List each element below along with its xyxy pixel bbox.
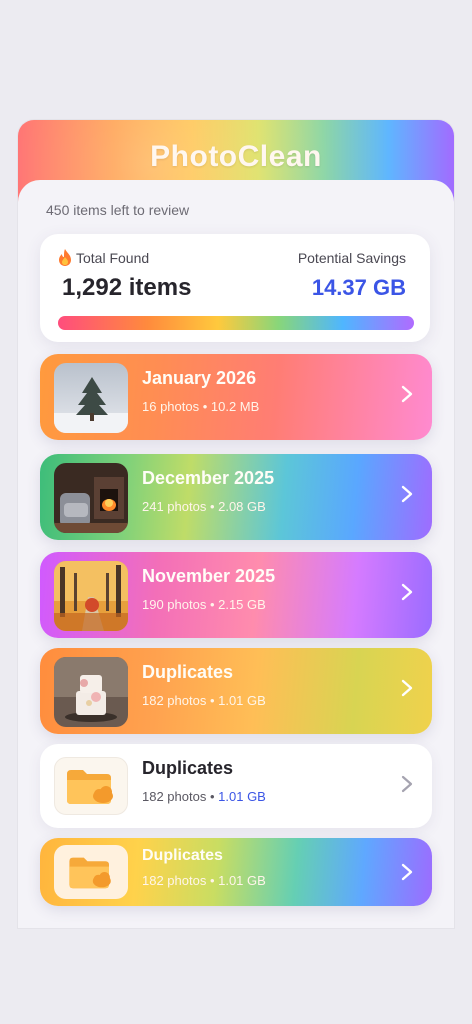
fireplace-chair-thumbnail	[54, 463, 128, 533]
group-title: Duplicates	[142, 847, 223, 864]
chevron-right-icon	[401, 385, 413, 403]
group-card-duplicates-3[interactable]: Duplicates 182 photos • 1.01 GB	[40, 838, 432, 906]
total-found-text: Total Found	[76, 249, 150, 266]
group-card-duplicates-1[interactable]: Duplicates 182 photos • 1.01 GB	[40, 648, 432, 734]
group-meta: 182 photos • 1.01 GB	[142, 693, 266, 708]
separator-dot: •	[209, 789, 215, 804]
size-value: 1.01 GB	[218, 789, 266, 804]
review-remaining-text: 450 items left to review	[46, 202, 190, 218]
group-title: November 2025	[142, 566, 276, 586]
chevron-right-icon	[401, 679, 413, 697]
group-title: December 2025	[142, 468, 275, 488]
total-found-value: 1,292 items	[62, 274, 192, 301]
group-card-duplicates-2[interactable]: Duplicates 182 photos • 1.01 GB	[40, 744, 432, 828]
cake-thumbnail	[54, 657, 128, 727]
photo-count: 182 photos	[142, 789, 207, 804]
group-meta: 182 photos • 1.01 GB	[142, 873, 266, 888]
group-meta: 190 photos • 2.15 GB	[142, 597, 266, 612]
group-card-january-2026[interactable]: January 2026 16 photos • 10.2 MB	[40, 354, 432, 440]
group-card-november-2025[interactable]: November 2025 190 photos • 2.15 GB	[40, 552, 432, 638]
snowy-tree-thumbnail	[54, 363, 128, 433]
autumn-path-thumbnail	[54, 561, 128, 631]
group-title: January 2026	[142, 368, 257, 388]
total-found-label: Total Found	[58, 249, 149, 266]
potential-savings-label: Potential Savings	[297, 250, 406, 266]
potential-savings-value: 14.37 GB	[311, 275, 406, 300]
group-title: Duplicates	[142, 758, 234, 778]
group-card-december-2025[interactable]: December 2025 241 photos • 2.08 GB	[40, 454, 432, 540]
flame-icon	[59, 249, 71, 266]
group-title: Duplicates	[142, 662, 234, 682]
group-meta: 241 photos • 2.08 GB	[142, 499, 266, 514]
chevron-right-icon	[401, 583, 413, 601]
app-title: PhotoClean	[150, 140, 322, 173]
chevron-right-icon	[401, 775, 413, 793]
group-meta: 182 photos • 1.01 GB	[142, 789, 266, 804]
folder-cloud-icon	[54, 845, 128, 899]
group-meta: 16 photos • 10.2 MB	[142, 399, 260, 414]
summary-card: Total Found Potential Savings 1,292 item…	[40, 234, 430, 342]
chevron-right-icon	[401, 863, 413, 881]
chevron-right-icon	[401, 485, 413, 503]
savings-progress-bar	[58, 316, 414, 330]
app-screen: PhotoClean 450 items left to review Tota…	[18, 120, 454, 928]
folder-cloud-icon	[54, 757, 128, 815]
